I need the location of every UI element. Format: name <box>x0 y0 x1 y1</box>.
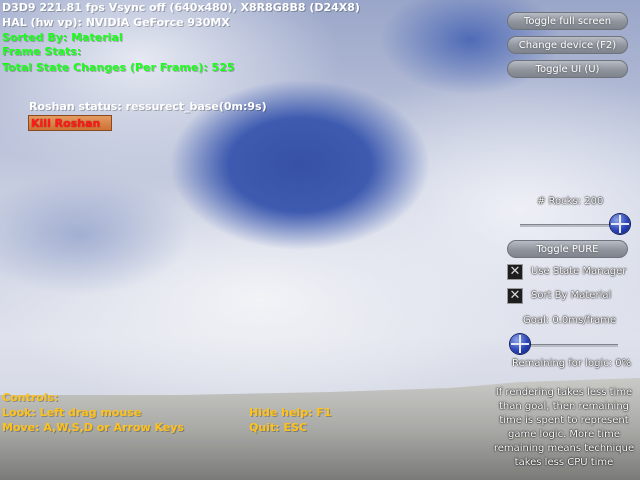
frame-stats-heading: Frame Stats: <box>2 45 82 58</box>
change-device-button[interactable]: Change device (F2) <box>507 36 628 54</box>
goal-slider-knob-icon[interactable] <box>510 334 530 354</box>
controls-quit-text: Quit: ESC <box>249 421 307 434</box>
fps-stats-text: D3D9 221.81 fps Vsync off (640x480), X8R… <box>2 1 360 14</box>
sort-by-material-label: Sort By Material <box>531 290 612 301</box>
use-state-manager-checkbox[interactable]: ✕ <box>507 264 523 280</box>
goal-label: Goal: 0.0ms/frame <box>523 315 617 326</box>
x-mark-icon: ✕ <box>509 288 521 303</box>
rocks-count-label: # Rocks: 200 <box>537 196 604 207</box>
remaining-logic-label: Remaining for logic: 0% <box>512 358 632 369</box>
roshan-status-text: Roshan status: ressurect_base(0m:9s) <box>29 100 267 113</box>
controls-look-text: Look: Left drag mouse <box>2 406 142 419</box>
kill-roshan-button[interactable]: Kill Roshan <box>28 115 112 131</box>
x-mark-icon: ✕ <box>509 264 521 279</box>
controls-hide-help-text: Hide help: F1 <box>249 406 332 419</box>
controls-heading: Controls: <box>2 391 59 404</box>
state-changes-text: Total State Changes (Per Frame): 525 <box>2 61 235 74</box>
toggle-pure-button[interactable]: Toggle PURE <box>507 240 628 258</box>
sort-by-material-checkbox[interactable]: ✕ <box>507 288 523 304</box>
use-state-manager-label: Use State Manager <box>531 266 627 277</box>
device-info-text: HAL (hw vp): NVIDIA GeForce 930MX <box>2 16 230 29</box>
sorted-by-text: Sorted By: Material <box>2 31 123 44</box>
controls-move-text: Move: A,W,S,D or Arrow Keys <box>2 421 184 434</box>
toggle-ui-button[interactable]: Toggle UI (U) <box>507 60 628 78</box>
help-description-text: If rendering takes less time than goal, … <box>493 387 635 468</box>
rocks-slider-knob-icon[interactable] <box>610 214 630 234</box>
toggle-full-screen-button[interactable]: Toggle full screen <box>507 12 628 30</box>
